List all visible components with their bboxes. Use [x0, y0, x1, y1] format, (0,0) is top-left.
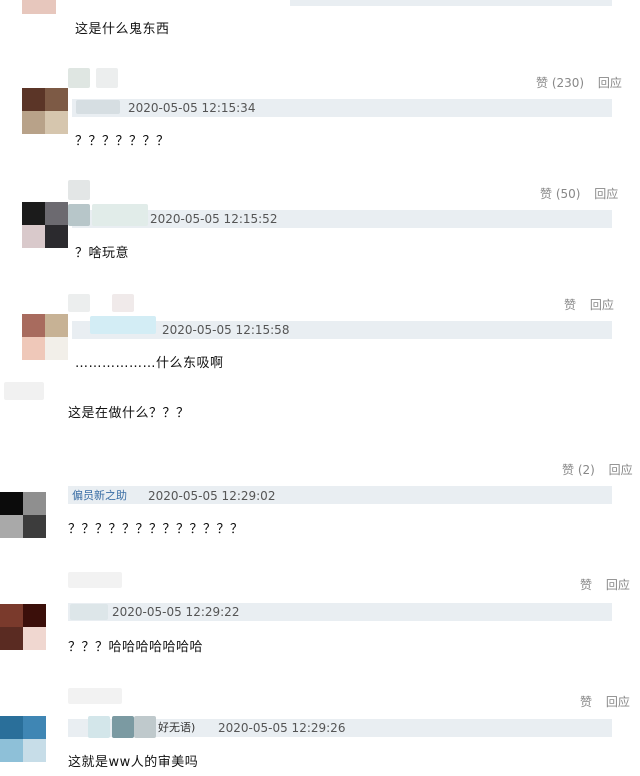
comment-actions: 赞 回应: [580, 695, 630, 709]
username-blur: [68, 688, 122, 704]
timestamp: 2020-05-05 12:29:02: [148, 489, 276, 503]
username-blur: [68, 294, 90, 312]
comment-text: ？？？？？？？？？？？？？: [68, 522, 244, 537]
reply-button[interactable]: 回应: [606, 695, 630, 709]
username-blur: [76, 100, 120, 114]
avatar[interactable]: [0, 492, 46, 538]
username-blur: [68, 180, 90, 200]
username-blur: [68, 572, 122, 588]
comment-text: 这是什么鬼东西: [75, 22, 170, 37]
avatar[interactable]: [22, 0, 56, 14]
reply-button[interactable]: 回应: [609, 463, 633, 477]
username[interactable]: 好无语): [158, 721, 195, 735]
comment-actions: 赞 回应: [580, 578, 630, 592]
avatar[interactable]: [0, 716, 46, 762]
comment-text: ？？？？？？？: [75, 134, 170, 149]
username[interactable]: 偏员新之助: [72, 489, 127, 503]
timestamp: 2020-05-05 12:15:58: [162, 323, 290, 337]
username-blur: [68, 68, 90, 88]
comment-text: 这是在做什么？？？: [68, 406, 190, 421]
username-blur: [88, 716, 110, 738]
comment-actions: 赞 回应: [564, 298, 614, 312]
like-button[interactable]: 赞 (230): [536, 76, 584, 90]
username-blur: [70, 604, 108, 620]
comment-actions: 赞 (230) 回应: [536, 76, 622, 90]
username-blur: [112, 294, 134, 312]
comment-text: ………………什么东吸啊: [75, 356, 224, 371]
reply-button[interactable]: 回应: [594, 187, 618, 201]
like-button[interactable]: 赞: [564, 298, 576, 312]
avatar[interactable]: [0, 604, 46, 650]
like-button[interactable]: 赞 (50): [540, 187, 580, 201]
meta-bar: [290, 0, 612, 6]
comment-actions: 赞 (2) 回应: [562, 463, 633, 477]
comment-text: ？？？哈哈哈哈哈哈哈: [68, 640, 204, 655]
comment-text: ？啥玩意: [75, 246, 130, 261]
timestamp: 2020-05-05 12:15:52: [150, 212, 278, 226]
username-blur: [68, 204, 90, 226]
username-blur: [96, 68, 118, 88]
comment-actions: 赞 (50) 回应: [540, 187, 618, 201]
username-blur: [112, 716, 134, 738]
timestamp: 2020-05-05 12:15:34: [128, 101, 256, 115]
like-button[interactable]: 赞: [580, 695, 592, 709]
reply-button[interactable]: 回应: [606, 578, 630, 592]
avatar[interactable]: [22, 314, 68, 360]
username-blur: [90, 316, 156, 334]
avatar[interactable]: [22, 88, 68, 134]
reply-button[interactable]: 回应: [598, 76, 622, 90]
avatar[interactable]: [22, 202, 68, 248]
reply-button[interactable]: 回应: [590, 298, 614, 312]
timestamp: 2020-05-05 12:29:26: [218, 721, 346, 735]
comment-text: 这就是ww人的审美吗: [68, 755, 199, 770]
username-blur: [92, 204, 148, 226]
like-button[interactable]: 赞: [580, 578, 592, 592]
username-blur: [134, 716, 156, 738]
like-button[interactable]: 赞 (2): [562, 463, 595, 477]
avatar-blur: [4, 382, 44, 400]
timestamp: 2020-05-05 12:29:22: [112, 605, 240, 619]
